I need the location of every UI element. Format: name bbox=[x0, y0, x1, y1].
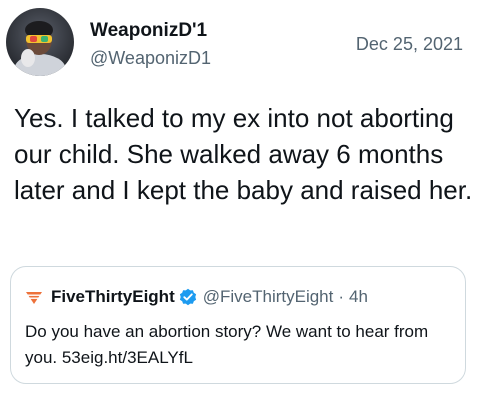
quoted-tweet-header: FiveThirtyEight @FiveThirtyEight · 4h bbox=[25, 287, 368, 307]
separator-dot: · bbox=[338, 287, 345, 306]
author-display-name[interactable]: WeaponizD'1 bbox=[90, 20, 207, 42]
quoted-time[interactable]: 4h bbox=[349, 287, 368, 307]
tweet-date[interactable]: Dec 25, 2021 bbox=[356, 34, 463, 55]
author-handle[interactable]: @WeaponizD1 bbox=[90, 48, 211, 69]
tweet-text: Yes. I talked to my ex into not aborting… bbox=[14, 103, 473, 205]
profile-photo-icon bbox=[14, 21, 66, 76]
quoted-display-name[interactable]: FiveThirtyEight bbox=[51, 287, 175, 307]
quoted-tweet-card[interactable]: FiveThirtyEight @FiveThirtyEight · 4h Do… bbox=[10, 266, 466, 384]
avatar[interactable] bbox=[6, 8, 74, 76]
fivethirtyeight-logo-icon bbox=[25, 288, 43, 306]
quoted-tweet-text: Do you have an abortion story? We want t… bbox=[25, 322, 429, 367]
quoted-handle[interactable]: @FiveThirtyEight bbox=[203, 287, 334, 307]
tweet: WeaponizD'1 @WeaponizD1 Dec 25, 2021 Yes… bbox=[0, 0, 483, 400]
verified-badge-icon bbox=[179, 288, 197, 306]
